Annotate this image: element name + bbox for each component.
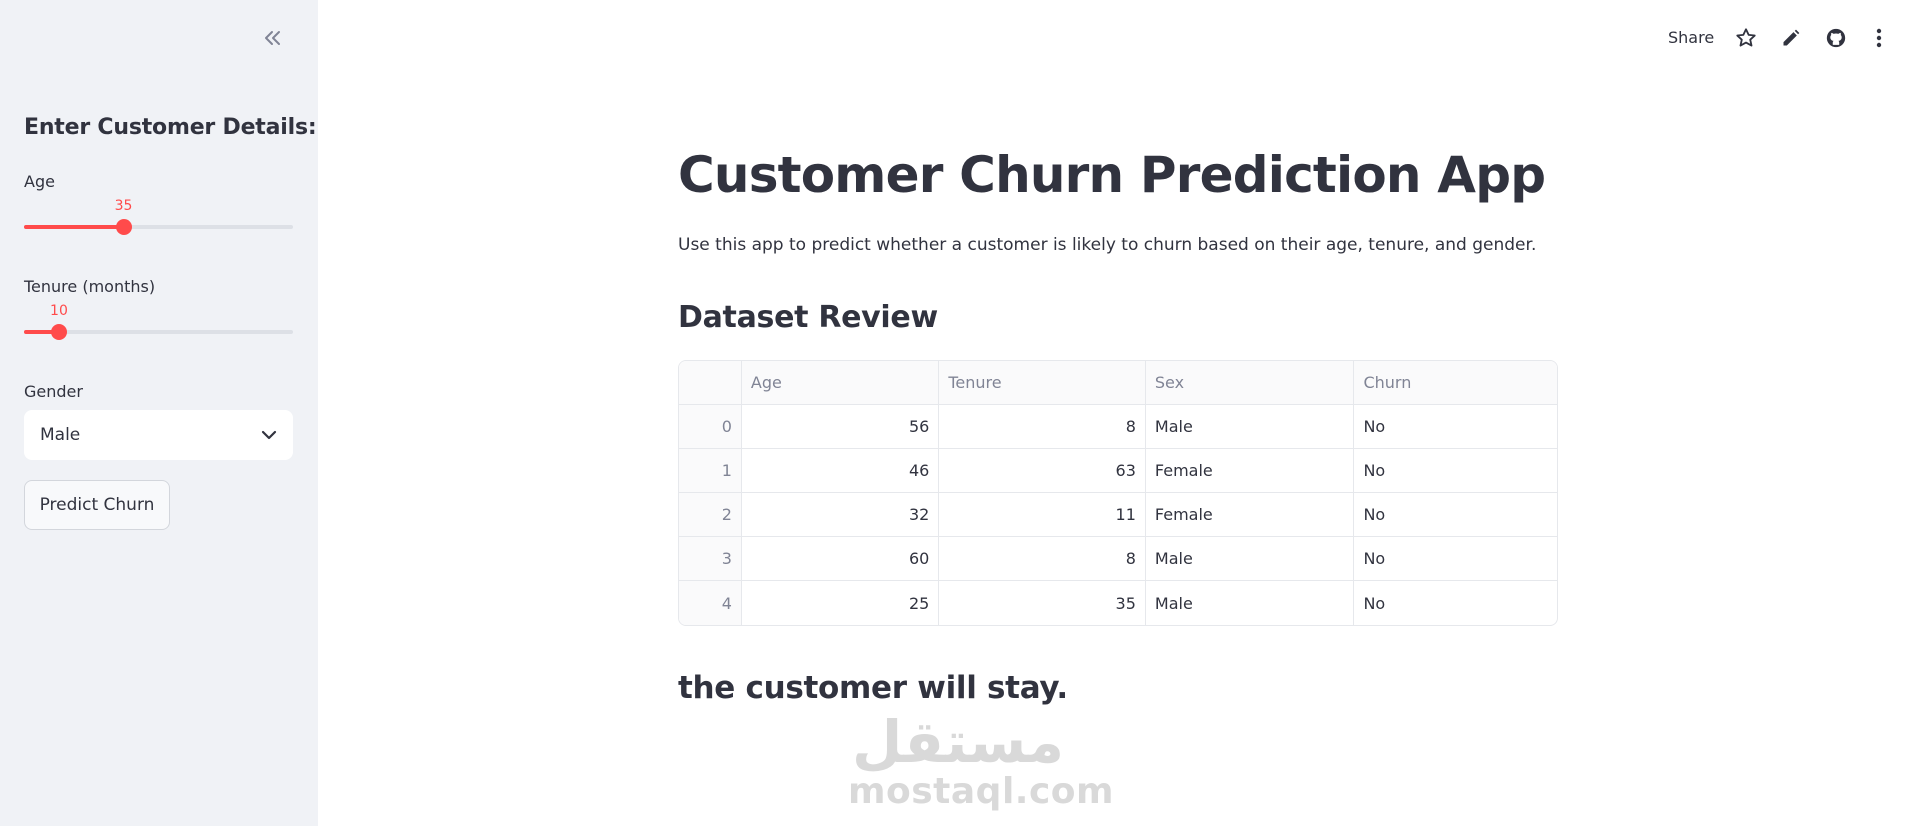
table-row: 3 60 8 Male No (679, 537, 1557, 581)
watermark-arabic: مستقل (851, 708, 1065, 776)
chevron-down-icon (261, 425, 277, 445)
age-slider-value: 35 (114, 198, 133, 214)
page-title: Customer Churn Prediction App (678, 146, 1546, 204)
column-header-tenure[interactable]: Tenure (939, 361, 1146, 405)
dataset-table[interactable]: Age Tenure Sex Churn 0 56 8 Male No 1 46… (678, 360, 1558, 626)
column-header-sex[interactable]: Sex (1145, 361, 1355, 405)
gender-select-value: Male (40, 425, 81, 445)
age-slider[interactable]: 35 (24, 198, 293, 240)
mostaql-watermark: مستقل mostaql.com (848, 708, 1115, 812)
cell-age[interactable]: 56 (741, 405, 940, 449)
dataset-heading: Dataset Review (678, 300, 938, 335)
cell-sex[interactable]: Female (1145, 449, 1355, 493)
share-button[interactable]: Share (1668, 28, 1714, 47)
cell-sex[interactable]: Male (1145, 537, 1355, 581)
table-row: 0 56 8 Male No (679, 405, 1557, 449)
tenure-slider-value: 10 (50, 303, 68, 319)
cell-sex[interactable]: Male (1146, 581, 1355, 625)
row-index: 0 (679, 405, 742, 449)
github-icon[interactable] (1824, 26, 1848, 50)
table-row: 2 32 11 Female No (679, 493, 1557, 537)
sidebar-heading: Enter Customer Details: (24, 115, 317, 140)
prediction-result: the customer will stay. (678, 670, 1068, 706)
intro-text: Use this app to predict whether a custom… (678, 235, 1537, 255)
cell-sex[interactable]: Female (1145, 493, 1355, 537)
tenure-slider[interactable]: 10 (24, 303, 293, 345)
row-index: 4 (679, 581, 742, 625)
cell-churn[interactable]: No (1354, 405, 1557, 449)
cell-tenure[interactable]: 8 (939, 405, 1146, 449)
star-icon[interactable] (1734, 26, 1758, 50)
cell-age[interactable]: 32 (741, 493, 940, 537)
table-header-row: Age Tenure Sex Churn (679, 361, 1557, 405)
collapse-sidebar-icon[interactable] (258, 24, 288, 52)
cell-churn[interactable]: No (1354, 581, 1557, 625)
column-header-age[interactable]: Age (741, 361, 940, 405)
table-row: 4 25 35 Male No (679, 581, 1557, 625)
row-index: 2 (679, 493, 742, 537)
cell-sex[interactable]: Male (1145, 405, 1355, 449)
pencil-icon[interactable] (1779, 26, 1803, 50)
column-header-churn[interactable]: Churn (1354, 361, 1557, 405)
cell-tenure[interactable]: 63 (939, 449, 1146, 493)
age-slider-fill (24, 225, 124, 229)
tenure-label: Tenure (months) (24, 277, 156, 296)
cell-churn[interactable]: No (1354, 493, 1557, 537)
cell-tenure[interactable]: 8 (939, 537, 1146, 581)
row-index: 1 (679, 449, 742, 493)
row-index: 3 (679, 537, 742, 581)
cell-churn[interactable]: No (1354, 537, 1557, 581)
cell-tenure[interactable]: 35 (939, 581, 1146, 625)
sidebar: Enter Customer Details: Age 35 Tenure (m… (0, 0, 318, 826)
cell-tenure[interactable]: 11 (939, 493, 1146, 537)
cell-age[interactable]: 25 (742, 581, 940, 625)
watermark-latin: mostaql.com (848, 771, 1115, 812)
age-slider-thumb[interactable] (115, 219, 132, 235)
tenure-slider-thumb[interactable] (50, 324, 67, 340)
column-header-index[interactable] (679, 361, 742, 405)
age-label: Age (24, 172, 55, 191)
more-vert-icon[interactable] (1867, 26, 1891, 50)
cell-age[interactable]: 60 (741, 537, 940, 581)
predict-churn-button[interactable]: Predict Churn (24, 480, 170, 530)
table-row: 1 46 63 Female No (679, 449, 1557, 493)
cell-age[interactable]: 46 (741, 449, 940, 493)
gender-select[interactable]: Male (24, 410, 293, 460)
cell-churn[interactable]: No (1354, 449, 1557, 493)
gender-label: Gender (24, 382, 83, 401)
